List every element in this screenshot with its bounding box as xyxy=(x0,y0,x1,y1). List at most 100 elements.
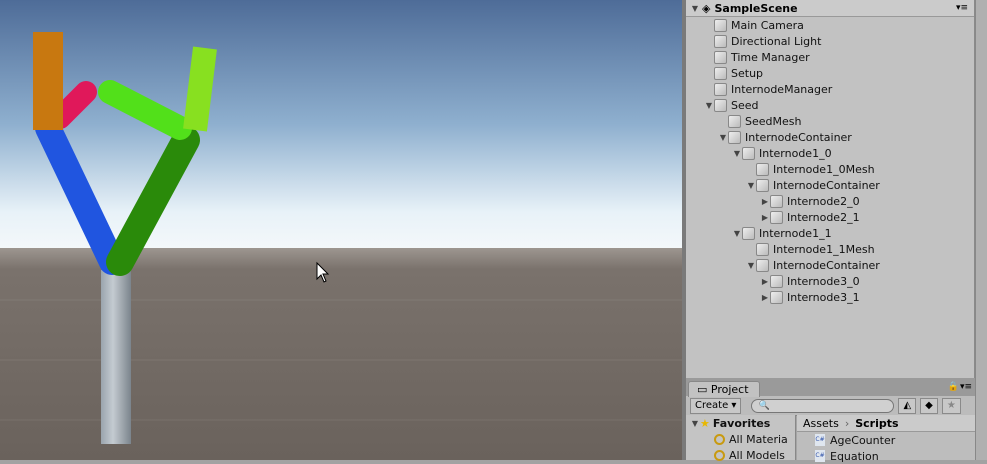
search-icon xyxy=(714,449,725,461)
item-label: SeedMesh xyxy=(745,114,802,128)
expand-icon[interactable]: ▼ xyxy=(746,261,756,270)
hierarchy-item[interactable]: ▼ InternodeContainer xyxy=(686,129,974,145)
search-icon xyxy=(714,433,725,445)
item-label: Internode1_0 xyxy=(759,146,832,160)
expand-icon[interactable]: ▼ xyxy=(690,4,700,13)
search-input[interactable]: 🔍 xyxy=(751,398,895,413)
label-icon[interactable]: ◆ xyxy=(920,397,938,414)
item-label: Internode1_1 xyxy=(759,226,832,240)
item-label: Main Camera xyxy=(731,18,804,32)
gameobject-icon xyxy=(770,290,783,304)
hierarchy-item[interactable]: ▶ Internode3_0 xyxy=(686,273,974,289)
breadcrumb: Assets › Scripts xyxy=(797,415,975,432)
file-item[interactable]: C# AgeCounter xyxy=(797,432,975,448)
hierarchy-item[interactable]: ▼ Seed xyxy=(686,97,974,113)
gameobject-icon xyxy=(756,162,769,176)
favorite-item[interactable]: All Materia xyxy=(686,431,795,447)
gameobject-icon xyxy=(714,34,727,48)
file-item[interactable]: C# Equation xyxy=(797,448,975,464)
csharp-icon: C# xyxy=(815,450,825,462)
vertical-scrollbar[interactable] xyxy=(975,0,987,460)
scene-header[interactable]: ▼ ◈ SampleScene ▾≡ xyxy=(686,0,974,17)
expand-icon[interactable]: ▼ xyxy=(704,101,714,110)
gameobject-icon xyxy=(770,274,783,288)
collapse-icon[interactable]: ▶ xyxy=(760,277,770,286)
folder-icon: ▭ xyxy=(697,383,711,396)
item-label: InternodeContainer xyxy=(773,258,880,272)
expand-icon[interactable]: ▼ xyxy=(746,181,756,190)
hierarchy-item[interactable]: ▼ InternodeContainer xyxy=(686,177,974,193)
hierarchy-item[interactable]: InternodeManager xyxy=(686,81,974,97)
item-label: Internode3_0 xyxy=(787,274,860,288)
collapse-icon[interactable]: ▶ xyxy=(760,293,770,302)
item-label: Internode3_1 xyxy=(787,290,860,304)
gameobject-icon xyxy=(714,82,727,96)
lock-icon[interactable]: 🔒 xyxy=(948,382,959,392)
branch-orange[interactable] xyxy=(33,32,63,130)
gameobject-icon xyxy=(714,98,727,112)
gameobject-icon xyxy=(742,146,755,160)
favorite-item[interactable]: All Models xyxy=(686,447,795,463)
hierarchy-item[interactable]: Setup xyxy=(686,65,974,81)
gameobject-icon xyxy=(742,226,755,240)
chevron-right-icon: › xyxy=(844,416,850,430)
item-label: InternodeManager xyxy=(731,82,833,96)
item-label: Time Manager xyxy=(731,50,810,64)
hierarchy-item[interactable]: ▶ Internode2_1 xyxy=(686,209,974,225)
item-label: Directional Light xyxy=(731,34,822,48)
star-icon[interactable]: ★ xyxy=(941,397,961,414)
item-label: Internode1_1Mesh xyxy=(773,242,875,256)
hierarchy-panel: ▼ ◈ SampleScene ▾≡ Main Camera Directiona… xyxy=(686,0,975,378)
item-label: InternodeContainer xyxy=(773,178,880,192)
gameobject-icon xyxy=(714,18,727,32)
hierarchy-item[interactable]: Internode1_1Mesh xyxy=(686,241,974,257)
expand-icon[interactable]: ▼ xyxy=(718,133,728,142)
gameobject-icon xyxy=(728,130,741,144)
hierarchy-item[interactable]: Time Manager xyxy=(686,49,974,65)
item-label: Internode2_1 xyxy=(787,210,860,224)
breadcrumb-scripts[interactable]: Scripts xyxy=(855,417,898,430)
gameobject-icon xyxy=(756,258,769,272)
trunk[interactable] xyxy=(101,270,131,444)
expand-icon[interactable]: ▼ xyxy=(732,149,742,158)
tab-project[interactable]: ▭ Project xyxy=(688,381,760,397)
hierarchy-item[interactable]: ▶ Internode2_0 xyxy=(686,193,974,209)
gameobject-icon xyxy=(714,66,727,80)
hierarchy-item[interactable]: ▼ Internode1_0 xyxy=(686,145,974,161)
collapse-icon[interactable]: ▶ xyxy=(760,213,770,222)
breadcrumb-assets[interactable]: Assets xyxy=(803,417,839,430)
gameobject-icon xyxy=(728,114,741,128)
hierarchy-item[interactable]: Internode1_0Mesh xyxy=(686,161,974,177)
unity-icon: ◈ xyxy=(702,1,711,15)
hierarchy-item[interactable]: Directional Light xyxy=(686,33,974,49)
project-panel: ▭ Project 🔒 ▾≡ Create ▾ 🔍 ◭ ◆ ★ ▼ ★ Favori… xyxy=(686,378,975,463)
favorites-header[interactable]: ▼ ★ Favorites xyxy=(686,415,795,431)
menu-icon[interactable]: ▾≡ xyxy=(956,3,968,13)
menu-icon[interactable]: ▾≡ xyxy=(960,382,972,392)
csharp-icon: C# xyxy=(815,434,825,446)
gameobject-icon xyxy=(714,50,727,64)
star-icon: ★ xyxy=(700,416,710,430)
favorites-tree: ▼ ★ Favorites All Materia All Models xyxy=(686,415,796,463)
branch-lime-right[interactable] xyxy=(183,46,217,132)
collapse-icon[interactable]: ▶ xyxy=(760,197,770,206)
gameobject-icon xyxy=(770,194,783,208)
item-label: InternodeContainer xyxy=(745,130,852,144)
create-button[interactable]: Create ▾ xyxy=(690,397,742,414)
expand-icon[interactable]: ▼ xyxy=(732,229,742,238)
hierarchy-item[interactable]: ▼ InternodeContainer xyxy=(686,257,974,273)
gameobject-icon xyxy=(756,242,769,256)
scene-name: SampleScene xyxy=(714,1,798,15)
hierarchy-item[interactable]: SeedMesh xyxy=(686,113,974,129)
hierarchy-item[interactable]: ▼ Internode1_1 xyxy=(686,225,974,241)
gameobject-icon xyxy=(770,210,783,224)
filter-type-icon[interactable]: ◭ xyxy=(898,397,917,414)
hierarchy-item[interactable]: Main Camera xyxy=(686,17,974,33)
scene-view[interactable] xyxy=(0,0,682,460)
item-label: Seed xyxy=(731,98,759,112)
asset-list: Assets › Scripts C# AgeCounter C# Equation xyxy=(797,415,975,463)
item-label: Internode2_0 xyxy=(787,194,860,208)
item-label: Setup xyxy=(731,66,764,80)
gameobject-icon xyxy=(756,178,769,192)
hierarchy-item[interactable]: ▶ Internode3_1 xyxy=(686,289,974,305)
